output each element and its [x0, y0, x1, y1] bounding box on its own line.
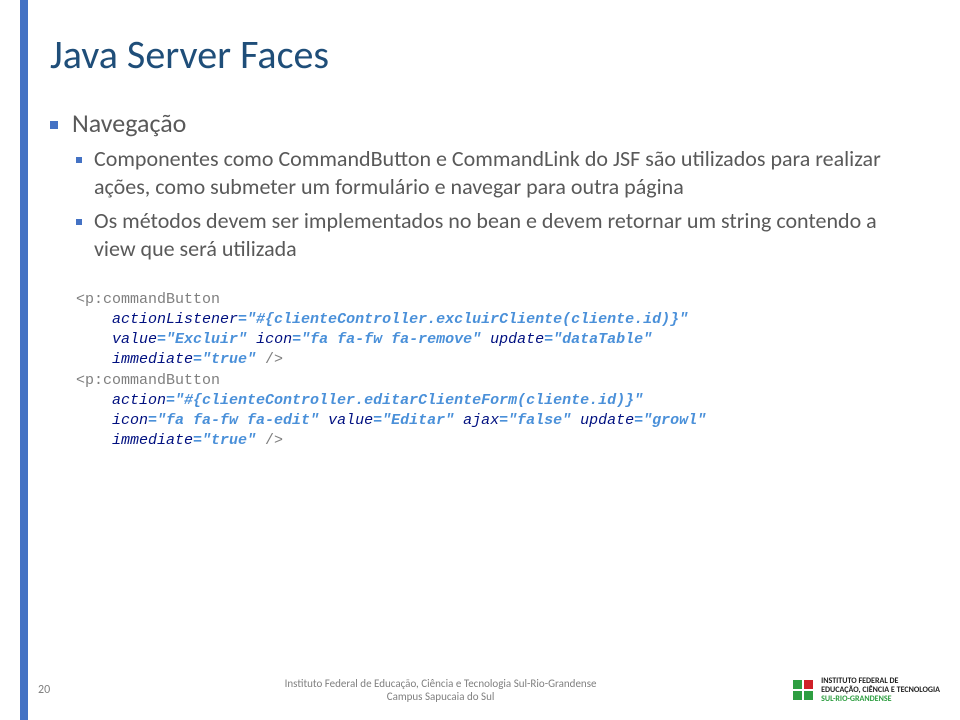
- logo-squares-icon: [793, 680, 813, 700]
- code-attr: icon: [112, 412, 148, 429]
- code-val: ="false": [499, 412, 580, 429]
- code-val: ="true": [193, 432, 265, 449]
- code-val: ="#{clienteController.excluirCliente(cli…: [238, 311, 688, 328]
- code-val: ="fa fa-fw fa-edit": [148, 412, 328, 429]
- code-attr: update: [580, 412, 634, 429]
- slide-number: 20: [38, 683, 88, 697]
- bullet-l1-text: Navegação: [72, 107, 186, 139]
- bullet-level1: Navegação: [50, 107, 920, 139]
- code-attr: immediate: [112, 351, 193, 368]
- code-val: ="growl": [634, 412, 706, 429]
- code-val: ="fa fa-fw fa-remove": [292, 331, 490, 348]
- code-tag-open1: <p:commandButton: [76, 291, 220, 308]
- code-attr: actionListener: [112, 311, 238, 328]
- logo-text: INSTITUTO FEDERAL DE EDUCAÇÃO, CIÊNCIA E…: [821, 677, 940, 703]
- code-tag-close1: />: [265, 351, 283, 368]
- bullet-l2a-text: Componentes como CommandButton e Command…: [94, 145, 920, 201]
- code-val: ="true": [193, 351, 265, 368]
- code-attr: icon: [256, 331, 292, 348]
- slide-title: Java Server Faces: [50, 30, 920, 79]
- footer-institution: Instituto Federal de Educação, Ciência e…: [88, 677, 793, 705]
- slide-accent-bar: [0, 0, 28, 720]
- bullet-level2-b: Os métodos devem ser implementados no be…: [76, 207, 920, 263]
- footer-line2: Campus Sapucaia do Sul: [88, 690, 793, 704]
- code-attr: immediate: [112, 432, 193, 449]
- code-attr: action: [112, 392, 166, 409]
- code-tag-open2: <p:commandButton: [76, 372, 220, 389]
- logo-square: [793, 680, 802, 689]
- code-val: ="#{clienteController.editarClienteForm(…: [166, 392, 643, 409]
- logo-line3: SUL-RIO-GRANDENSE: [821, 695, 940, 704]
- institution-logo: INSTITUTO FEDERAL DE EDUCAÇÃO, CIÊNCIA E…: [793, 677, 940, 703]
- logo-square: [804, 680, 813, 689]
- slide-footer: 20 Instituto Federal de Educação, Ciênci…: [38, 677, 940, 705]
- code-val: ="dataTable": [544, 331, 652, 348]
- bullet-level2-a: Componentes como CommandButton e Command…: [76, 145, 920, 201]
- bullet-list: Navegação Componentes como CommandButton…: [50, 107, 920, 264]
- footer-line1: Instituto Federal de Educação, Ciência e…: [88, 677, 793, 691]
- logo-square: [793, 691, 802, 700]
- logo-square: [804, 691, 813, 700]
- code-val: ="Editar": [373, 412, 463, 429]
- code-block: <p:commandButton actionListener="#{clien…: [76, 290, 920, 452]
- code-val: ="Excluir": [157, 331, 256, 348]
- code-attr: value: [328, 412, 373, 429]
- code-attr: value: [112, 331, 157, 348]
- code-tag-close2: />: [265, 432, 283, 449]
- slide-content: Java Server Faces Navegação Componentes …: [50, 30, 920, 452]
- code-attr: update: [490, 331, 544, 348]
- bullet-l2b-text: Os métodos devem ser implementados no be…: [94, 207, 920, 263]
- code-attr: ajax: [463, 412, 499, 429]
